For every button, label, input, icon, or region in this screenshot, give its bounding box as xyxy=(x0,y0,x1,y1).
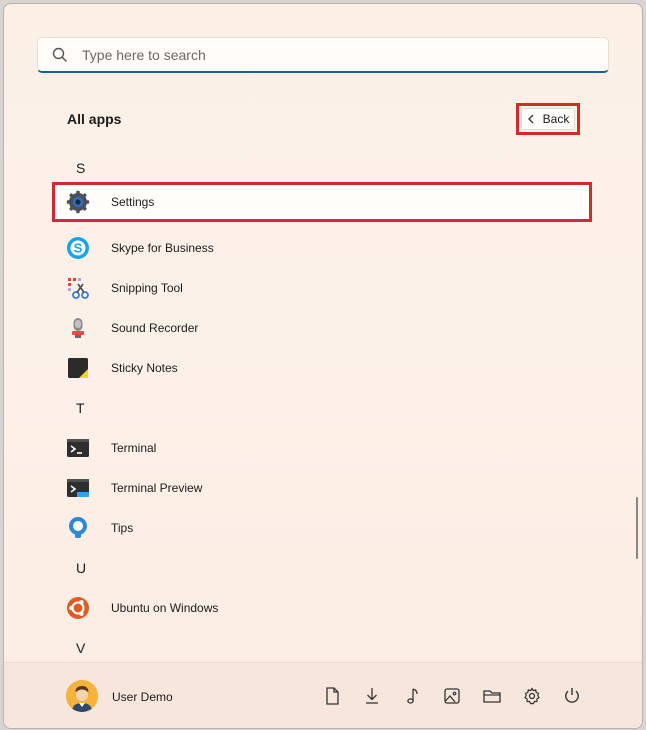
user-name: User Demo xyxy=(112,690,173,704)
app-label: Settings xyxy=(111,195,155,209)
back-button[interactable]: Back xyxy=(521,108,575,130)
start-menu: All apps Back S Setti xyxy=(3,3,643,729)
sticky-note-icon xyxy=(68,358,88,378)
app-settings[interactable]: Settings xyxy=(52,182,592,222)
pictures-icon[interactable] xyxy=(442,686,462,706)
letter-header-s[interactable]: S xyxy=(76,160,85,176)
page-title: All apps xyxy=(67,111,122,127)
ubuntu-icon xyxy=(67,597,89,619)
app-label: Skype for Business xyxy=(111,241,214,255)
app-ubuntu-on-windows[interactable]: Ubuntu on Windows xyxy=(52,588,592,628)
scrollbar-thumb[interactable] xyxy=(636,497,638,559)
start-footer: User Demo xyxy=(4,662,642,728)
letter-header-u[interactable]: U xyxy=(76,560,86,576)
letter-header-v[interactable]: V xyxy=(76,640,85,656)
skype-icon: S xyxy=(67,237,89,259)
search-box[interactable] xyxy=(37,37,609,73)
app-skype-for-business[interactable]: S Skype for Business xyxy=(52,228,592,268)
search-input[interactable] xyxy=(80,38,584,72)
search-icon xyxy=(52,47,67,62)
microphone-icon xyxy=(72,318,84,338)
terminal-preview-icon xyxy=(67,479,89,497)
app-sound-recorder[interactable]: Sound Recorder xyxy=(52,308,592,348)
settings-icon[interactable] xyxy=(522,686,542,706)
back-button-label: Back xyxy=(542,112,570,126)
app-label: Sound Recorder xyxy=(111,321,199,335)
app-tips[interactable]: Tips xyxy=(52,508,592,548)
app-label: Terminal xyxy=(111,441,157,455)
svg-text:S: S xyxy=(74,241,83,256)
app-sticky-notes[interactable]: Sticky Notes xyxy=(52,348,592,388)
app-terminal[interactable]: Terminal xyxy=(52,428,592,468)
music-icon[interactable] xyxy=(402,686,422,706)
app-label: Ubuntu on Windows xyxy=(111,601,219,615)
app-label: Tips xyxy=(111,521,134,535)
power-icon[interactable] xyxy=(562,686,582,706)
app-label: Terminal Preview xyxy=(111,481,203,495)
app-terminal-preview[interactable]: Terminal Preview xyxy=(52,468,592,508)
snipping-tool-icon xyxy=(68,278,89,299)
file-explorer-icon[interactable] xyxy=(482,686,502,706)
back-button-highlight: Back xyxy=(516,103,580,135)
lightbulb-icon xyxy=(69,517,87,538)
chevron-left-icon xyxy=(527,114,534,124)
app-snipping-tool[interactable]: Snipping Tool xyxy=(52,268,592,308)
documents-icon[interactable] xyxy=(322,686,342,706)
app-label: Sticky Notes xyxy=(111,361,178,375)
letter-header-t[interactable]: T xyxy=(76,400,85,416)
avatar[interactable] xyxy=(66,680,98,712)
downloads-icon[interactable] xyxy=(362,686,382,706)
settings-gear-icon xyxy=(66,190,90,214)
app-label: Snipping Tool xyxy=(111,281,183,295)
terminal-icon xyxy=(67,439,89,457)
user-avatar-icon xyxy=(66,680,98,712)
